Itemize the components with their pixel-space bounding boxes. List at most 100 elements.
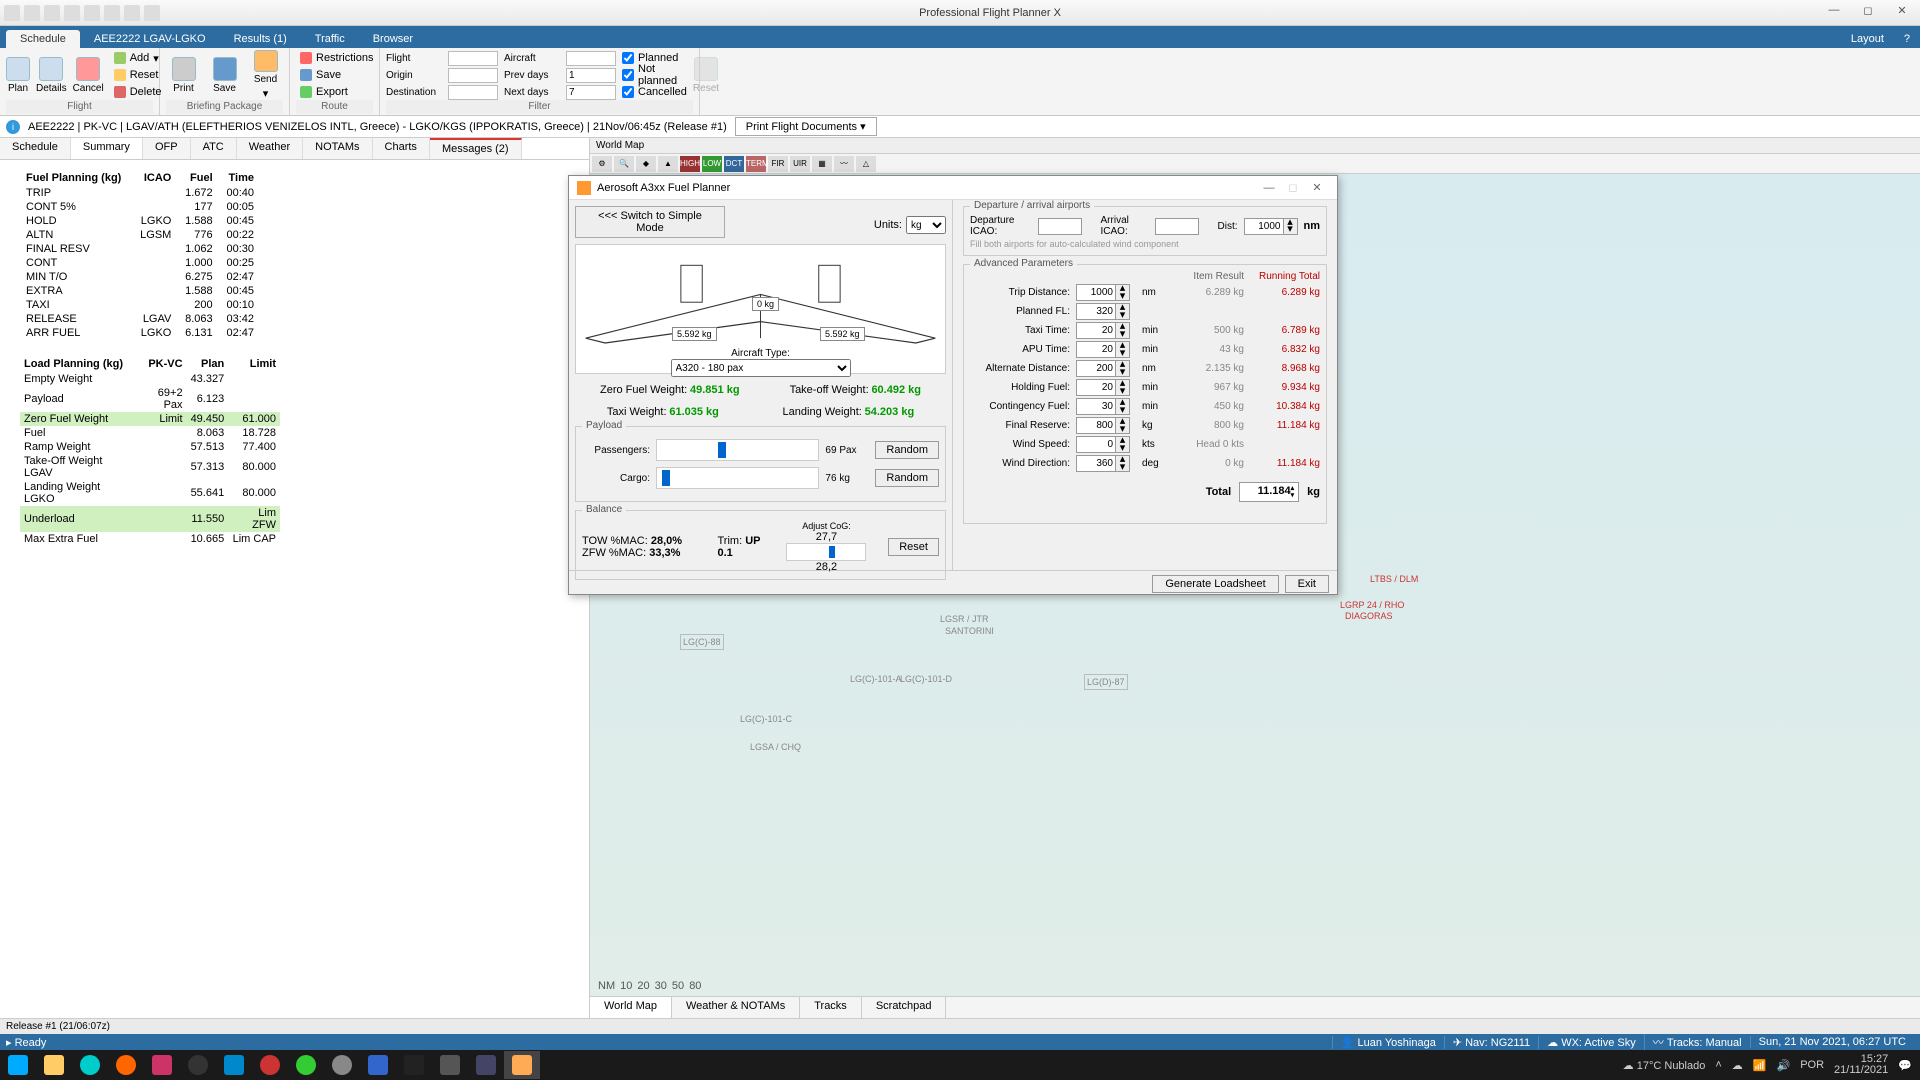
cog-slider[interactable] [786, 543, 866, 561]
generate-loadsheet-button[interactable]: Generate Loadsheet [1152, 575, 1278, 593]
map-tool[interactable]: 〰 [834, 156, 854, 172]
arr-icao-input[interactable] [1155, 218, 1199, 235]
maptab-tracks[interactable]: Tracks [800, 997, 862, 1018]
qat-btn[interactable] [104, 5, 120, 21]
subtab-messages[interactable]: Messages (2) [430, 138, 522, 159]
tab-results[interactable]: Results (1) [220, 30, 301, 48]
cancel-button[interactable]: Cancel [73, 50, 104, 100]
save-button[interactable]: Save [207, 50, 242, 100]
taskbar-firefox[interactable] [108, 1051, 144, 1079]
print-button[interactable]: Print [166, 50, 201, 100]
close-button[interactable]: ✕ [1888, 4, 1916, 22]
filter-aircraft-input[interactable] [566, 51, 616, 66]
tray-weather[interactable]: ☁ 17°C Nublado [1623, 1059, 1706, 1072]
subtab-charts[interactable]: Charts [373, 138, 430, 159]
maptab-scratch[interactable]: Scratchpad [862, 997, 947, 1018]
cargo-random-button[interactable]: Random [875, 469, 939, 487]
delete-button[interactable]: Delete [110, 84, 166, 100]
qat-btn[interactable] [84, 5, 100, 21]
taskbar-app[interactable] [432, 1051, 468, 1079]
map-tool[interactable]: FIR [768, 156, 788, 172]
qat-btn[interactable] [144, 5, 160, 21]
qat-btn[interactable] [24, 5, 40, 21]
map-tool[interactable]: △ [856, 156, 876, 172]
map-tool[interactable]: TERM [746, 156, 766, 172]
route-save-button[interactable]: Save [296, 67, 377, 83]
tab-flight[interactable]: AEE2222 LGAV-LGKO [80, 30, 220, 48]
units-select[interactable]: kg [906, 216, 946, 234]
filter-reset-button[interactable]: Reset [693, 50, 719, 100]
filter-prevdays-input[interactable] [566, 68, 616, 83]
tray-volume-icon[interactable]: 🔊 [1777, 1059, 1791, 1072]
tab-schedule[interactable]: Schedule [6, 30, 80, 48]
map-tool[interactable]: HIGH [680, 156, 700, 172]
dialog-close[interactable]: ✕ [1305, 181, 1329, 194]
qat-btn[interactable] [124, 5, 140, 21]
tray-notifications-icon[interactable]: 💬 [1898, 1059, 1912, 1072]
taskbar-app[interactable] [252, 1051, 288, 1079]
taskbar-app[interactable] [396, 1051, 432, 1079]
help-button[interactable]: ? [1894, 30, 1920, 48]
start-button[interactable] [0, 1051, 36, 1079]
maptab-wx[interactable]: Weather & NOTAMs [672, 997, 800, 1018]
print-docs-button[interactable]: Print Flight Documents ▾ [735, 117, 877, 136]
tray-lang[interactable]: POR [1800, 1059, 1824, 1071]
add-button[interactable]: Add ▾ [110, 50, 166, 66]
taskbar-calendar[interactable] [144, 1051, 180, 1079]
qat-btn[interactable] [44, 5, 60, 21]
subtab-schedule[interactable]: Schedule [0, 138, 71, 159]
subtab-notams[interactable]: NOTAMs [303, 138, 372, 159]
cargo-slider[interactable] [656, 467, 819, 489]
maptab-worldmap[interactable]: World Map [590, 997, 672, 1018]
taskbar-explorer[interactable] [36, 1051, 72, 1079]
dialog-minimize[interactable]: — [1257, 182, 1281, 194]
tab-traffic[interactable]: Traffic [301, 30, 359, 48]
filter-notplanned-check[interactable] [622, 69, 634, 81]
map-tool[interactable]: ▲ [658, 156, 678, 172]
reset-button[interactable]: Reset [110, 67, 166, 83]
tray-wifi-icon[interactable]: 📶 [1753, 1059, 1767, 1072]
dist-input[interactable] [1244, 218, 1284, 235]
filter-flight-input[interactable] [448, 51, 498, 66]
tray-up-icon[interactable]: ˄ [1715, 1059, 1721, 1071]
balance-reset-button[interactable]: Reset [888, 538, 939, 556]
subtab-weather[interactable]: Weather [237, 138, 303, 159]
filter-dest-input[interactable] [448, 85, 498, 100]
taskbar-app[interactable] [180, 1051, 216, 1079]
aircraft-type-select[interactable]: A320 - 180 pax [671, 359, 851, 377]
map-tool[interactable]: ◆ [636, 156, 656, 172]
tab-browser[interactable]: Browser [359, 30, 427, 48]
passengers-slider[interactable] [656, 439, 819, 461]
taskbar-edge[interactable] [72, 1051, 108, 1079]
map-tool[interactable]: ⚙ [592, 156, 612, 172]
taskbar-app[interactable] [288, 1051, 324, 1079]
subtab-atc[interactable]: ATC [191, 138, 237, 159]
filter-cancelled-check[interactable] [622, 86, 634, 98]
subtab-ofp[interactable]: OFP [143, 138, 191, 159]
maximize-button[interactable]: ◻ [1854, 4, 1882, 22]
send-button[interactable]: Send▾ [248, 50, 283, 100]
map-tool[interactable]: LOW [702, 156, 722, 172]
taskbar-app[interactable] [324, 1051, 360, 1079]
qat-btn[interactable] [64, 5, 80, 21]
map-tool[interactable]: 🔍 [614, 156, 634, 172]
filter-planned-check[interactable] [622, 52, 634, 64]
taskbar-app[interactable] [360, 1051, 396, 1079]
taskbar-mail[interactable] [216, 1051, 252, 1079]
taskbar-app[interactable] [504, 1051, 540, 1079]
dialog-maximize[interactable]: ◻ [1281, 181, 1305, 194]
dep-icao-input[interactable] [1038, 218, 1082, 235]
pax-random-button[interactable]: Random [875, 441, 939, 459]
tray-clock[interactable]: 15:2721/11/2021 [1834, 1054, 1888, 1076]
layout-menu[interactable]: Layout [1841, 30, 1894, 48]
taskbar-app[interactable] [468, 1051, 504, 1079]
tray-cloud-icon[interactable]: ☁ [1732, 1059, 1743, 1072]
export-button[interactable]: Export [296, 84, 377, 100]
filter-origin-input[interactable] [448, 68, 498, 83]
map-tool[interactable]: UIR [790, 156, 810, 172]
filter-nextdays-input[interactable] [566, 85, 616, 100]
details-button[interactable]: Details [36, 50, 67, 100]
restrictions-button[interactable]: Restrictions [296, 50, 377, 66]
exit-button[interactable]: Exit [1285, 575, 1329, 593]
subtab-summary[interactable]: Summary [71, 138, 143, 159]
